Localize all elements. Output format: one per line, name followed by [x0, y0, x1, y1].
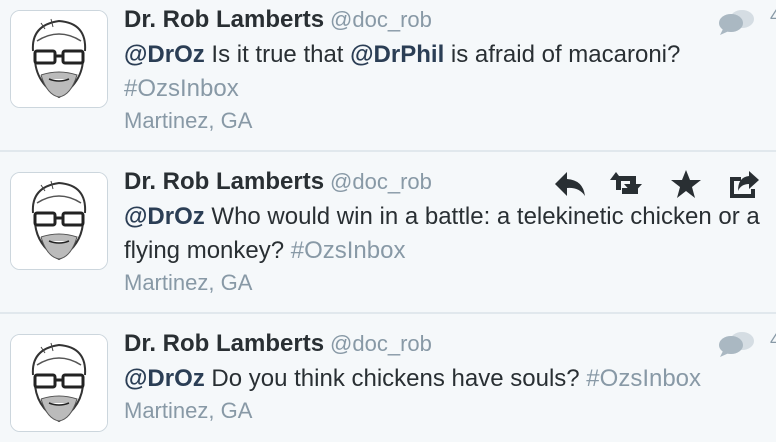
- reply-icon[interactable]: [548, 166, 592, 202]
- author-name[interactable]: Dr. Rob Lamberts: [124, 330, 324, 357]
- retweet-icon[interactable]: [606, 166, 650, 202]
- author-handle[interactable]: @doc_rob: [330, 7, 432, 32]
- tweet-text: @DrOz Do you think chickens have souls? …: [124, 362, 769, 396]
- hashtag-link[interactable]: #OzsInbox: [586, 365, 701, 392]
- tweet-text: @DrOz Is it true that @DrPhil is afraid …: [124, 38, 769, 106]
- tweet-text-segment: is afraid of macaroni?: [444, 41, 681, 68]
- author-name[interactable]: Dr. Rob Lamberts: [124, 168, 324, 195]
- tweet-header: Dr. Rob Lamberts @doc_rob: [124, 6, 432, 34]
- conversation-icon[interactable]: [716, 8, 756, 36]
- tweet-header: Dr. Rob Lamberts @doc_rob: [124, 330, 432, 358]
- tweet[interactable]: Dr. Rob Lamberts @doc_rob @DrOz Who woul…: [0, 152, 776, 312]
- truncated-count: 4: [770, 330, 776, 350]
- tweet-text: @DrOz Who would win in a battle: a telek…: [124, 200, 769, 268]
- tweet[interactable]: Dr. Rob Lamberts @doc_rob @DrOz Do you th…: [0, 314, 776, 442]
- avatar-sketch-icon: [11, 173, 107, 269]
- mention-link[interactable]: @DrOz: [124, 41, 205, 68]
- mention-link[interactable]: @DrOz: [124, 203, 205, 230]
- share-icon[interactable]: [722, 166, 766, 202]
- tweet-text-segment: Who would win in a battle: a telekinetic…: [124, 203, 760, 264]
- truncated-count: 4: [770, 6, 776, 26]
- conversation-icon[interactable]: [716, 330, 756, 358]
- tweet-header: Dr. Rob Lamberts @doc_rob: [124, 168, 432, 196]
- tweet-text-segment: Do you think chickens have souls?: [204, 365, 587, 392]
- tweet-location: Martinez, GA: [124, 108, 253, 133]
- mention-link[interactable]: @DrPhil: [350, 41, 444, 68]
- hashtag-link[interactable]: #OzsInbox: [124, 75, 239, 102]
- avatar[interactable]: [10, 10, 108, 108]
- favorite-icon[interactable]: [664, 166, 708, 202]
- author-handle[interactable]: @doc_rob: [330, 169, 432, 194]
- avatar[interactable]: [10, 172, 108, 270]
- avatar-sketch-icon: [11, 11, 107, 107]
- mention-link[interactable]: @DrOz: [124, 365, 205, 392]
- author-handle[interactable]: @doc_rob: [330, 331, 432, 356]
- tweet-location: Martinez, GA: [124, 398, 253, 423]
- avatar-sketch-icon: [11, 335, 107, 431]
- hashtag-link[interactable]: #OzsInbox: [291, 237, 406, 264]
- tweet-text-segment: Is it true that: [204, 41, 351, 68]
- avatar[interactable]: [10, 334, 108, 432]
- tweet[interactable]: Dr. Rob Lamberts @doc_rob @DrOz Is it tru…: [0, 0, 776, 150]
- tweet-location: Martinez, GA: [124, 270, 253, 295]
- tweet-actions: [548, 166, 776, 202]
- author-name[interactable]: Dr. Rob Lamberts: [124, 6, 324, 33]
